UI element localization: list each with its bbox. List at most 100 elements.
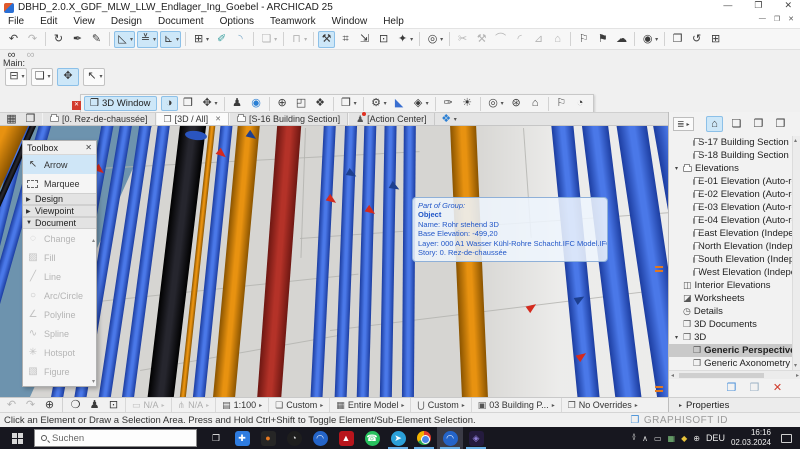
arc-circle-tool[interactable]: ○Arc/Circle <box>23 286 96 305</box>
palette-close-badge[interactable]: ✕ <box>72 101 81 110</box>
orbit-3d-icon[interactable]: ✥▾ <box>199 96 220 111</box>
intersect-icon[interactable]: ⌒ <box>492 31 509 48</box>
toolbox-scroll-up-icon[interactable]: ▴ <box>92 237 95 244</box>
child-close-button[interactable]: ✕ <box>788 15 794 23</box>
tree-item[interactable]: ▾❒3D <box>669 331 793 344</box>
screen-recorder-button[interactable]: ● <box>255 427 281 449</box>
home-view-icon[interactable]: ⌂ <box>527 96 544 111</box>
box-grid-icon[interactable]: ⊞ <box>707 31 724 48</box>
toolbox-close-icon[interactable]: ✕ <box>85 143 92 152</box>
acrobat-button[interactable]: ▲ <box>333 427 359 449</box>
toolbox-header[interactable]: Toolbox ✕ <box>23 141 96 155</box>
rotate-orbit-icon[interactable]: ↻ <box>50 31 67 48</box>
tree-item[interactable]: E-02 Elevation (Auto-rebuild <box>669 188 793 201</box>
navigator-horizontal-scrollbar[interactable]: ◂ ▸ <box>669 370 800 379</box>
tree-item[interactable]: ◷Details <box>669 305 793 318</box>
3d-viewport[interactable]: Part of Group: Object Name: Rohr stehend… <box>0 126 668 397</box>
structure-display[interactable]: ▦Entire Model▸ <box>329 398 410 412</box>
scroll-left-icon[interactable]: ◂ <box>671 372 674 379</box>
tray-chart-icon[interactable]: ▦ <box>668 434 676 443</box>
view-cone-icon[interactable]: ⊕ <box>274 96 291 111</box>
compass-icon[interactable]: ◎▾ <box>424 31 445 48</box>
menu-edit[interactable]: Edit <box>32 16 65 27</box>
scroll-down-icon[interactable]: ▾ <box>794 362 797 369</box>
dimension-icon[interactable]: ⌗ <box>337 31 354 48</box>
maximize-button[interactable]: ❐ <box>754 0 762 11</box>
menu-options[interactable]: Options <box>212 16 262 27</box>
zoom-in-icon[interactable]: ⊕ <box>41 399 58 412</box>
rotate-view-icon[interactable]: ↺ <box>688 31 705 48</box>
tab-s16-section[interactable]: [S-16 Building Section] <box>229 113 348 125</box>
obs-button[interactable]: ◔ <box>281 427 307 449</box>
navigator-flyout-button[interactable]: ≣▸ <box>673 117 694 131</box>
orbit-button[interactable]: ✥ <box>57 68 79 86</box>
close-button[interactable]: ✕ <box>784 0 792 11</box>
scroll-right-icon[interactable]: ▸ <box>796 372 799 379</box>
menu-file[interactable]: File <box>0 16 32 27</box>
language-indicator[interactable]: DEU <box>706 433 725 443</box>
tree-item[interactable]: South Elevation (Independe <box>669 253 793 266</box>
view-back-icon[interactable]: ↶ <box>3 399 20 412</box>
cloud-sync-icon[interactable]: ☁ <box>613 31 630 48</box>
menu-help[interactable]: Help <box>375 16 412 27</box>
flag-icon[interactable]: ⚐ <box>575 31 592 48</box>
arrow-tool[interactable]: ↖Arrow <box>23 155 96 174</box>
properties-panel-header[interactable]: ▸ Properties <box>668 397 800 412</box>
selection-flyout-button[interactable]: ❏▾ <box>31 68 53 86</box>
menu-view[interactable]: View <box>65 16 103 27</box>
viewpoint-group[interactable]: ▶Viewpoint <box>23 205 96 217</box>
walk-mode-icon[interactable]: ♟ <box>86 399 103 412</box>
view-settings-button[interactable]: ❐ <box>723 381 740 395</box>
guide-lines-icon[interactable]: ◺▾ <box>114 31 135 48</box>
tab-views-icon[interactable]: ❖▾ <box>438 113 459 125</box>
cutaway-icon[interactable]: ◑ <box>161 96 178 111</box>
minimize-button[interactable]: — <box>723 0 732 11</box>
graphic-overrides[interactable]: ❐No Overrides▸ <box>561 398 644 412</box>
toolbox-scroll-down-icon[interactable]: ▾ <box>92 378 95 385</box>
graphisoft-id[interactable]: ❐ GRAPHISOFT ID <box>630 415 728 426</box>
spline-tool[interactable]: ∿Spline <box>23 324 96 343</box>
adjust-icon[interactable]: ⚒ <box>473 31 490 48</box>
tree-item[interactable]: ▾Elevations <box>669 162 793 175</box>
marker-check-icon[interactable]: ⚐ <box>553 96 570 111</box>
shadows-icon[interactable]: ☀ <box>459 96 476 111</box>
tab-action-center[interactable]: ♟[Action Center] <box>348 113 435 125</box>
inject-parameters-icon[interactable]: ✎ <box>88 31 105 48</box>
renovation-filter[interactable]: ⋔N/A▸ <box>171 398 216 412</box>
tab-close-icon[interactable]: ✕ <box>215 115 221 123</box>
design-app-button[interactable]: ◈ <box>463 427 489 449</box>
notification-center-icon[interactable] <box>781 434 792 443</box>
menu-design[interactable]: Design <box>103 16 150 27</box>
snap-guides-icon[interactable]: ≚▾ <box>137 31 158 48</box>
pick-up-parameters-icon[interactable]: ✒ <box>69 31 86 48</box>
gravity-icon[interactable]: ⚒ <box>318 31 335 48</box>
delete-viewpoint-button[interactable]: ✕ <box>769 381 786 395</box>
tray-scroll-icon[interactable]: ∧∨ <box>632 435 636 442</box>
tab-ground-floor[interactable]: [0. Rez-de-chaussée] <box>42 113 156 125</box>
design-group[interactable]: ▶Design <box>23 193 96 205</box>
tree-item[interactable]: ◪Worksheets <box>669 292 793 305</box>
child-maximize-button[interactable]: ❐ <box>774 15 780 23</box>
taskbar-search[interactable]: Suchen <box>34 429 197 447</box>
guide-segment-icon[interactable]: ✐ <box>213 31 230 48</box>
layer-combination[interactable]: ❏Custom▸ <box>268 398 329 412</box>
tree-item[interactable]: North Elevation (Independe <box>669 240 793 253</box>
3d-style-settings-icon[interactable]: ⚙▾ <box>368 96 389 111</box>
snap-points-icon[interactable]: ⊾▾ <box>160 31 181 48</box>
chrome-button[interactable] <box>411 427 437 449</box>
view-map-tab-icon[interactable]: ❏ <box>728 116 745 132</box>
flag-add-icon[interactable]: ⚑ <box>594 31 611 48</box>
menu-window[interactable]: Window <box>324 16 376 27</box>
polyline-tool[interactable]: ∠Polyline <box>23 305 96 324</box>
pop-up-navigator-icon[interactable]: ▦ <box>3 113 20 125</box>
layers-3d-icon[interactable]: ◔ <box>572 96 589 111</box>
tree-item[interactable]: S-17 Building Section (Auto- <box>669 136 793 149</box>
tray-expand-icon[interactable]: ∧ <box>642 434 648 443</box>
menu-document[interactable]: Document <box>150 16 212 27</box>
layout-book-tab-icon[interactable]: ❐ <box>750 116 767 132</box>
project-map-tab-icon[interactable]: ⌂ <box>706 116 723 132</box>
marquee-tool[interactable]: Marquee <box>23 174 96 193</box>
magic-wand-icon[interactable]: ✦▾ <box>394 31 415 48</box>
tree-item[interactable]: E-03 Elevation (Auto-rebuild <box>669 201 793 214</box>
archicad-active-button[interactable]: ◠ <box>437 427 463 449</box>
